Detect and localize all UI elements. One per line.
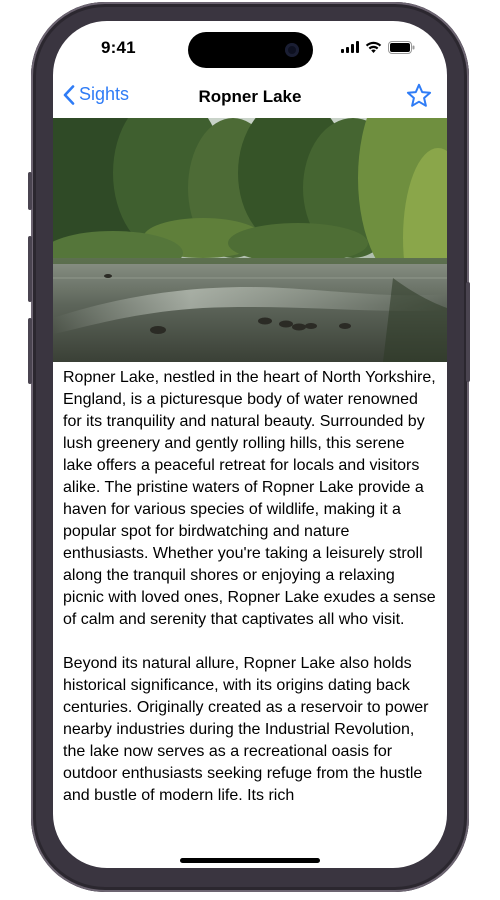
star-outline-icon <box>406 83 432 107</box>
volume-down-button <box>28 318 32 384</box>
dynamic-island <box>188 32 313 68</box>
status-time: 9:41 <box>101 38 136 57</box>
signal-icon <box>341 41 359 53</box>
camera-icon <box>285 43 299 57</box>
screen: 9:41 Sights Ropner Lake Ropner Lake, nes… <box>53 21 447 868</box>
status-icons <box>341 40 415 54</box>
battery-icon <box>388 40 415 54</box>
status-bar: 9:41 <box>53 21 447 79</box>
volume-up-button <box>28 236 32 302</box>
paragraph: Ropner Lake, nestled in the heart of Nor… <box>63 369 436 628</box>
navigation-bar: Sights Ropner Lake <box>53 79 447 117</box>
lake-photo <box>53 118 447 362</box>
page-title: Ropner Lake <box>198 87 302 106</box>
paragraph: Beyond its natural allure, Ropner Lake a… <box>63 655 429 804</box>
home-indicator[interactable] <box>180 858 320 863</box>
wifi-icon <box>365 41 382 53</box>
favorite-button[interactable] <box>406 83 432 114</box>
description: Ropner Lake, nestled in the heart of Nor… <box>63 367 437 830</box>
action-button <box>28 172 32 210</box>
side-button <box>466 282 470 382</box>
